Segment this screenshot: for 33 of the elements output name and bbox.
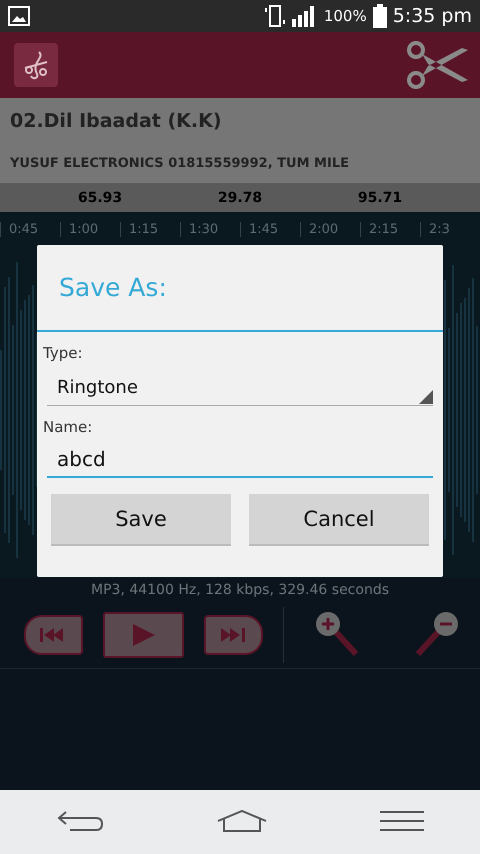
- app-logo-icon[interactable]: [14, 43, 58, 87]
- next-button[interactable]: [204, 615, 264, 655]
- timeline-label: 2:15: [360, 222, 420, 237]
- name-label: Name:: [42, 417, 94, 436]
- name-field[interactable]: abcd: [47, 442, 433, 478]
- timeline-label: 0:45: [0, 222, 60, 237]
- timeline-label: 1:45: [240, 222, 300, 237]
- file-info: MP3, 44100 Hz, 128 kbps, 329.46 seconds: [90, 581, 390, 600]
- previous-button[interactable]: [24, 615, 83, 655]
- timeline-label: 1:00: [60, 222, 120, 237]
- scissors-icon[interactable]: [406, 40, 470, 90]
- marker-value: 95.71: [358, 190, 402, 206]
- marker-value: 29.78: [218, 190, 262, 206]
- battery-icon: [372, 4, 387, 28]
- dialog-title: Save As:: [37, 245, 443, 332]
- timeline-label: 2:3: [420, 222, 480, 237]
- timeline-label: 1:30: [180, 222, 240, 237]
- clock: 5:35 pm: [392, 5, 472, 27]
- image-icon: [8, 6, 30, 26]
- artist-name: YUSUF ELECTRONICS 01815559992, TUM MILE: [10, 156, 350, 171]
- battery-percent: 100%: [324, 7, 367, 25]
- save-button[interactable]: Save: [51, 494, 231, 546]
- type-dropdown[interactable]: Ringtone: [47, 370, 433, 406]
- song-title: 02.Dil Ibaadat (K.K): [10, 110, 223, 132]
- marker-value: 65.93: [78, 190, 122, 206]
- timeline-label: 1:15: [120, 222, 180, 237]
- play-icon: [132, 624, 154, 646]
- dropdown-arrow-icon: [419, 390, 433, 404]
- timeline-label: 2:00: [300, 222, 360, 237]
- vibrate-icon: [264, 4, 286, 28]
- cancel-button[interactable]: Cancel: [249, 494, 429, 546]
- skip-forward-icon: [220, 628, 247, 642]
- type-label: Type:: [42, 343, 84, 362]
